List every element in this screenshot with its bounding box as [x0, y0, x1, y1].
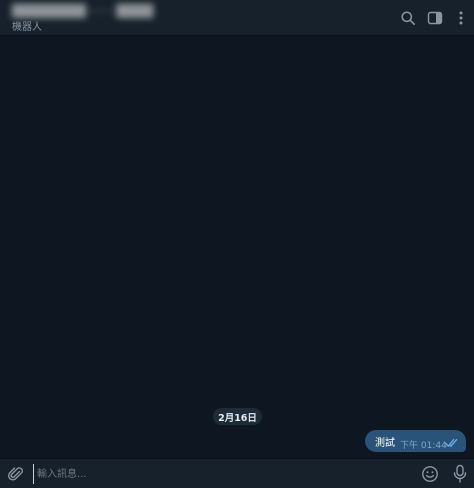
message-text: 測試: [375, 438, 395, 449]
more-button[interactable]: [451, 8, 471, 28]
search-button[interactable]: [398, 8, 418, 28]
double-check-icon: [445, 438, 458, 447]
message-input[interactable]: [33, 464, 403, 484]
composer: [0, 458, 474, 488]
outgoing-message[interactable]: 測試 下午 01:44: [365, 430, 466, 452]
microphone-icon[interactable]: [451, 464, 469, 484]
chat-header: ████████ · · · ████ 機器人: [0, 0, 474, 36]
chat-title[interactable]: ████████ · · · ████: [12, 4, 153, 18]
chat-subtitle: 機器人: [12, 22, 42, 33]
date-separator: 2月16日: [213, 408, 262, 425]
chat-window: ████████ · · · ████ 機器人 2月16日 測試 下午 01:4…: [0, 0, 474, 488]
emoji-icon[interactable]: [421, 465, 439, 483]
sidebar-toggle-icon: [427, 11, 443, 25]
message-time: 下午 01:44: [400, 441, 447, 451]
search-icon: [401, 11, 415, 25]
sidebar-toggle-button[interactable]: [425, 8, 445, 28]
paperclip-icon[interactable]: [7, 465, 25, 483]
more-vertical-icon: [459, 11, 463, 25]
message-list[interactable]: 2月16日 測試 下午 01:44: [0, 36, 474, 458]
